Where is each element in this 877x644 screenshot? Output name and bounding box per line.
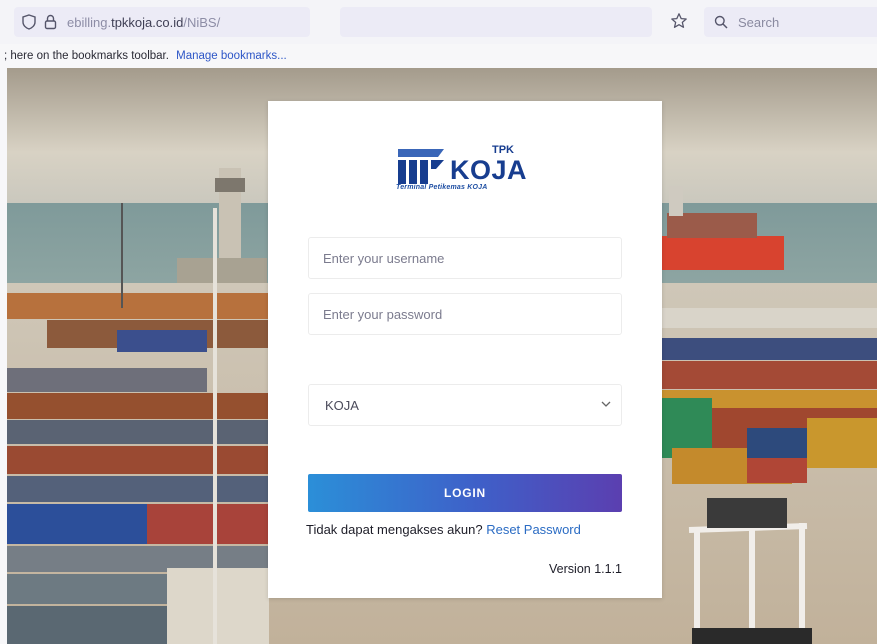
toolbar-spacer-field	[340, 7, 652, 37]
login-button[interactable]: LOGIN	[308, 474, 622, 512]
search-input[interactable]	[736, 13, 870, 31]
url-prefix: ebilling.	[67, 14, 112, 30]
username-field[interactable]	[308, 237, 622, 279]
tpk-koja-logo: TPK KOJA Terminal Petikemas KOJA	[394, 141, 542, 196]
manage-bookmarks-link[interactable]: Manage bookmarks...	[176, 50, 287, 62]
login-card: TPK KOJA Terminal Petikemas KOJA KOJA LO…	[268, 101, 662, 598]
url-path: /NiBS/	[183, 14, 221, 30]
logo-mark-icon	[398, 149, 444, 184]
bookmarks-toolbar: ; here on the bookmarks toolbar. Manage …	[0, 44, 877, 68]
star-icon[interactable]	[668, 10, 690, 32]
search-box[interactable]	[704, 7, 877, 37]
shield-icon[interactable]	[22, 14, 36, 30]
url-domain: tpkkoja.co.id	[111, 14, 184, 30]
reset-password-link[interactable]: Reset Password	[486, 522, 581, 537]
password-input[interactable]	[321, 305, 615, 323]
address-bar[interactable]: ebilling.tpkkoja.co.id/NiBS/	[14, 7, 310, 37]
logo-tagline: Terminal Petikemas KOJA	[396, 184, 488, 191]
url-text[interactable]: ebilling.tpkkoja.co.id/NiBS/	[67, 15, 220, 30]
password-field[interactable]	[308, 293, 622, 335]
chevron-down-icon	[601, 401, 611, 407]
version-label: Version 1.1.1	[549, 562, 622, 576]
browser-toolbar: ebilling.tpkkoja.co.id/NiBS/	[0, 0, 877, 44]
lock-icon[interactable]	[44, 14, 57, 30]
bookmarks-hint: ; here on the bookmarks toolbar.	[4, 50, 169, 62]
terminal-select-value: KOJA	[325, 397, 359, 413]
username-input[interactable]	[321, 249, 615, 267]
account-help: Tidak dapat mengakses akun? Reset Passwo…	[306, 522, 581, 537]
terminal-select[interactable]: KOJA	[308, 384, 622, 426]
help-text: Tidak dapat mengakses akun?	[306, 522, 483, 537]
logo-wordmark: KOJA	[450, 155, 528, 185]
search-icon	[714, 15, 728, 29]
